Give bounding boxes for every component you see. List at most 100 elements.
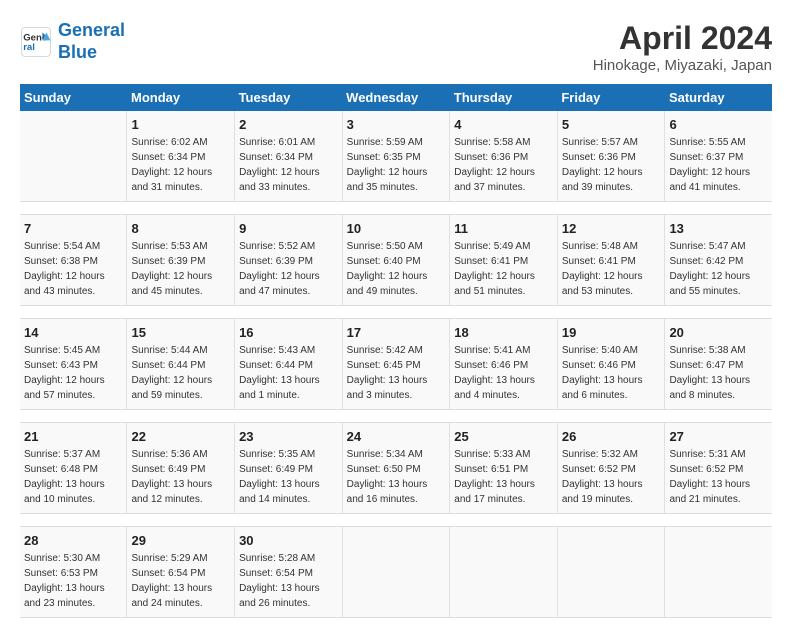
column-header-wednesday: Wednesday [342, 84, 450, 111]
day-number: 29 [131, 533, 230, 548]
day-number: 27 [669, 429, 768, 444]
day-info: Sunrise: 5:36 AM Sunset: 6:49 PM Dayligh… [131, 447, 230, 507]
day-number: 9 [239, 221, 338, 236]
calendar-cell: 27 Sunrise: 5:31 AM Sunset: 6:52 PM Dayli… [665, 423, 772, 514]
calendar-cell: 15 Sunrise: 5:44 AM Sunset: 6:44 PM Dayli… [127, 319, 235, 410]
calendar-cell: 21 Sunrise: 5:37 AM Sunset: 6:48 PM Dayli… [20, 423, 127, 514]
day-number: 14 [24, 325, 122, 340]
day-info: Sunrise: 5:57 AM Sunset: 6:36 PM Dayligh… [562, 135, 661, 195]
calendar-cell: 28Sunrise: 5:30 AM Sunset: 6:53 PM Dayli… [20, 527, 127, 618]
day-info: Sunrise: 5:41 AM Sunset: 6:46 PM Dayligh… [454, 343, 553, 403]
week-row-3: 14 Sunrise: 5:45 AM Sunset: 6:43 PM Dayli… [20, 319, 772, 410]
day-info: Sunrise: 5:33 AM Sunset: 6:51 PM Dayligh… [454, 447, 553, 507]
calendar-cell: 1 Sunrise: 6:02 AM Sunset: 6:34 PM Daylig… [127, 111, 235, 202]
calendar-cell [342, 527, 450, 618]
day-info: Sunrise: 5:32 AM Sunset: 6:52 PM Dayligh… [562, 447, 661, 507]
day-number: 12 [562, 221, 661, 236]
day-info: Sunrise: 5:35 AM Sunset: 6:49 PM Dayligh… [239, 447, 338, 507]
day-number: 26 [562, 429, 661, 444]
day-info: Sunrise: 5:45 AM Sunset: 6:43 PM Dayligh… [24, 343, 122, 403]
calendar-cell: 16Sunrise: 5:43 AM Sunset: 6:44 PM Dayli… [235, 319, 343, 410]
day-info: Sunrise: 5:40 AM Sunset: 6:46 PM Dayligh… [562, 343, 661, 403]
day-number: 6 [669, 117, 768, 132]
day-info: Sunrise: 5:52 AM Sunset: 6:39 PM Dayligh… [239, 239, 338, 299]
day-number: 24 [347, 429, 446, 444]
day-info: Sunrise: 5:37 AM Sunset: 6:48 PM Dayligh… [24, 447, 122, 507]
day-number: 5 [562, 117, 661, 132]
calendar-cell: 19 Sunrise: 5:40 AM Sunset: 6:46 PM Dayli… [557, 319, 665, 410]
row-spacer [20, 306, 772, 319]
title-block: April 2024 Hinokage, Miyazaki, Japan [593, 20, 772, 74]
day-number: 21 [24, 429, 122, 444]
calendar-cell: 23Sunrise: 5:35 AM Sunset: 6:49 PM Dayli… [235, 423, 343, 514]
day-number: 10 [347, 221, 446, 236]
day-number: 18 [454, 325, 553, 340]
column-header-monday: Monday [127, 84, 235, 111]
day-info: Sunrise: 5:43 AM Sunset: 6:44 PM Dayligh… [239, 343, 338, 403]
calendar-cell: 14 Sunrise: 5:45 AM Sunset: 6:43 PM Dayli… [20, 319, 127, 410]
logo-general: General [58, 20, 125, 40]
main-title: April 2024 [593, 20, 772, 57]
day-number: 15 [131, 325, 230, 340]
day-number: 7 [24, 221, 122, 236]
column-header-saturday: Saturday [665, 84, 772, 111]
day-number: 1 [131, 117, 230, 132]
calendar-cell [665, 527, 772, 618]
day-number: 8 [131, 221, 230, 236]
calendar-cell: 9 Sunrise: 5:52 AM Sunset: 6:39 PM Daylig… [235, 215, 343, 306]
day-info: Sunrise: 6:02 AM Sunset: 6:34 PM Dayligh… [131, 135, 230, 195]
row-spacer [20, 514, 772, 527]
header: Gene ral General Blue April 2024 Hinokag… [20, 20, 772, 74]
day-number: 4 [454, 117, 553, 132]
day-info: Sunrise: 5:29 AM Sunset: 6:54 PM Dayligh… [131, 551, 230, 611]
column-header-thursday: Thursday [450, 84, 558, 111]
day-info: Sunrise: 5:31 AM Sunset: 6:52 PM Dayligh… [669, 447, 768, 507]
row-spacer [20, 202, 772, 215]
day-info: Sunrise: 5:42 AM Sunset: 6:45 PM Dayligh… [347, 343, 446, 403]
day-number: 22 [131, 429, 230, 444]
calendar-cell: 13 Sunrise: 5:47 AM Sunset: 6:42 PM Dayli… [665, 215, 772, 306]
day-info: Sunrise: 5:48 AM Sunset: 6:41 PM Dayligh… [562, 239, 661, 299]
logo-blue: Blue [58, 42, 97, 62]
calendar-cell: 17 Sunrise: 5:42 AM Sunset: 6:45 PM Dayli… [342, 319, 450, 410]
day-number: 20 [669, 325, 768, 340]
calendar-table: SundayMondayTuesdayWednesdayThursdayFrid… [20, 84, 772, 618]
calendar-cell [20, 111, 127, 202]
calendar-cell: 12 Sunrise: 5:48 AM Sunset: 6:41 PM Dayli… [557, 215, 665, 306]
column-header-friday: Friday [557, 84, 665, 111]
day-info: Sunrise: 5:30 AM Sunset: 6:53 PM Dayligh… [24, 551, 122, 611]
day-number: 17 [347, 325, 446, 340]
calendar-cell: 20 Sunrise: 5:38 AM Sunset: 6:47 PM Dayli… [665, 319, 772, 410]
day-info: Sunrise: 6:01 AM Sunset: 6:34 PM Dayligh… [239, 135, 338, 195]
svg-text:ral: ral [23, 42, 35, 53]
day-info: Sunrise: 5:59 AM Sunset: 6:35 PM Dayligh… [347, 135, 446, 195]
day-info: Sunrise: 5:28 AM Sunset: 6:54 PM Dayligh… [239, 551, 338, 611]
day-info: Sunrise: 5:55 AM Sunset: 6:37 PM Dayligh… [669, 135, 768, 195]
logo: Gene ral General Blue [20, 20, 125, 63]
column-header-sunday: Sunday [20, 84, 127, 111]
week-row-4: 21 Sunrise: 5:37 AM Sunset: 6:48 PM Dayli… [20, 423, 772, 514]
spacer-cell [20, 306, 772, 319]
spacer-cell [20, 410, 772, 423]
day-number: 19 [562, 325, 661, 340]
calendar-cell: 5 Sunrise: 5:57 AM Sunset: 6:36 PM Daylig… [557, 111, 665, 202]
row-spacer [20, 410, 772, 423]
calendar-cell: 22 Sunrise: 5:36 AM Sunset: 6:49 PM Dayli… [127, 423, 235, 514]
day-info: Sunrise: 5:38 AM Sunset: 6:47 PM Dayligh… [669, 343, 768, 403]
calendar-cell: 30Sunrise: 5:28 AM Sunset: 6:54 PM Dayli… [235, 527, 343, 618]
day-number: 11 [454, 221, 553, 236]
day-info: Sunrise: 5:44 AM Sunset: 6:44 PM Dayligh… [131, 343, 230, 403]
subtitle: Hinokage, Miyazaki, Japan [593, 57, 772, 74]
day-info: Sunrise: 5:54 AM Sunset: 6:38 PM Dayligh… [24, 239, 122, 299]
column-header-tuesday: Tuesday [235, 84, 343, 111]
day-info: Sunrise: 5:49 AM Sunset: 6:41 PM Dayligh… [454, 239, 553, 299]
day-info: Sunrise: 5:47 AM Sunset: 6:42 PM Dayligh… [669, 239, 768, 299]
day-info: Sunrise: 5:58 AM Sunset: 6:36 PM Dayligh… [454, 135, 553, 195]
calendar-cell: 7 Sunrise: 5:54 AM Sunset: 6:38 PM Daylig… [20, 215, 127, 306]
day-number: 13 [669, 221, 768, 236]
calendar-cell [557, 527, 665, 618]
spacer-cell [20, 514, 772, 527]
calendar-cell: 8Sunrise: 5:53 AM Sunset: 6:39 PM Daylig… [127, 215, 235, 306]
day-number: 3 [347, 117, 446, 132]
calendar-cell [450, 527, 558, 618]
